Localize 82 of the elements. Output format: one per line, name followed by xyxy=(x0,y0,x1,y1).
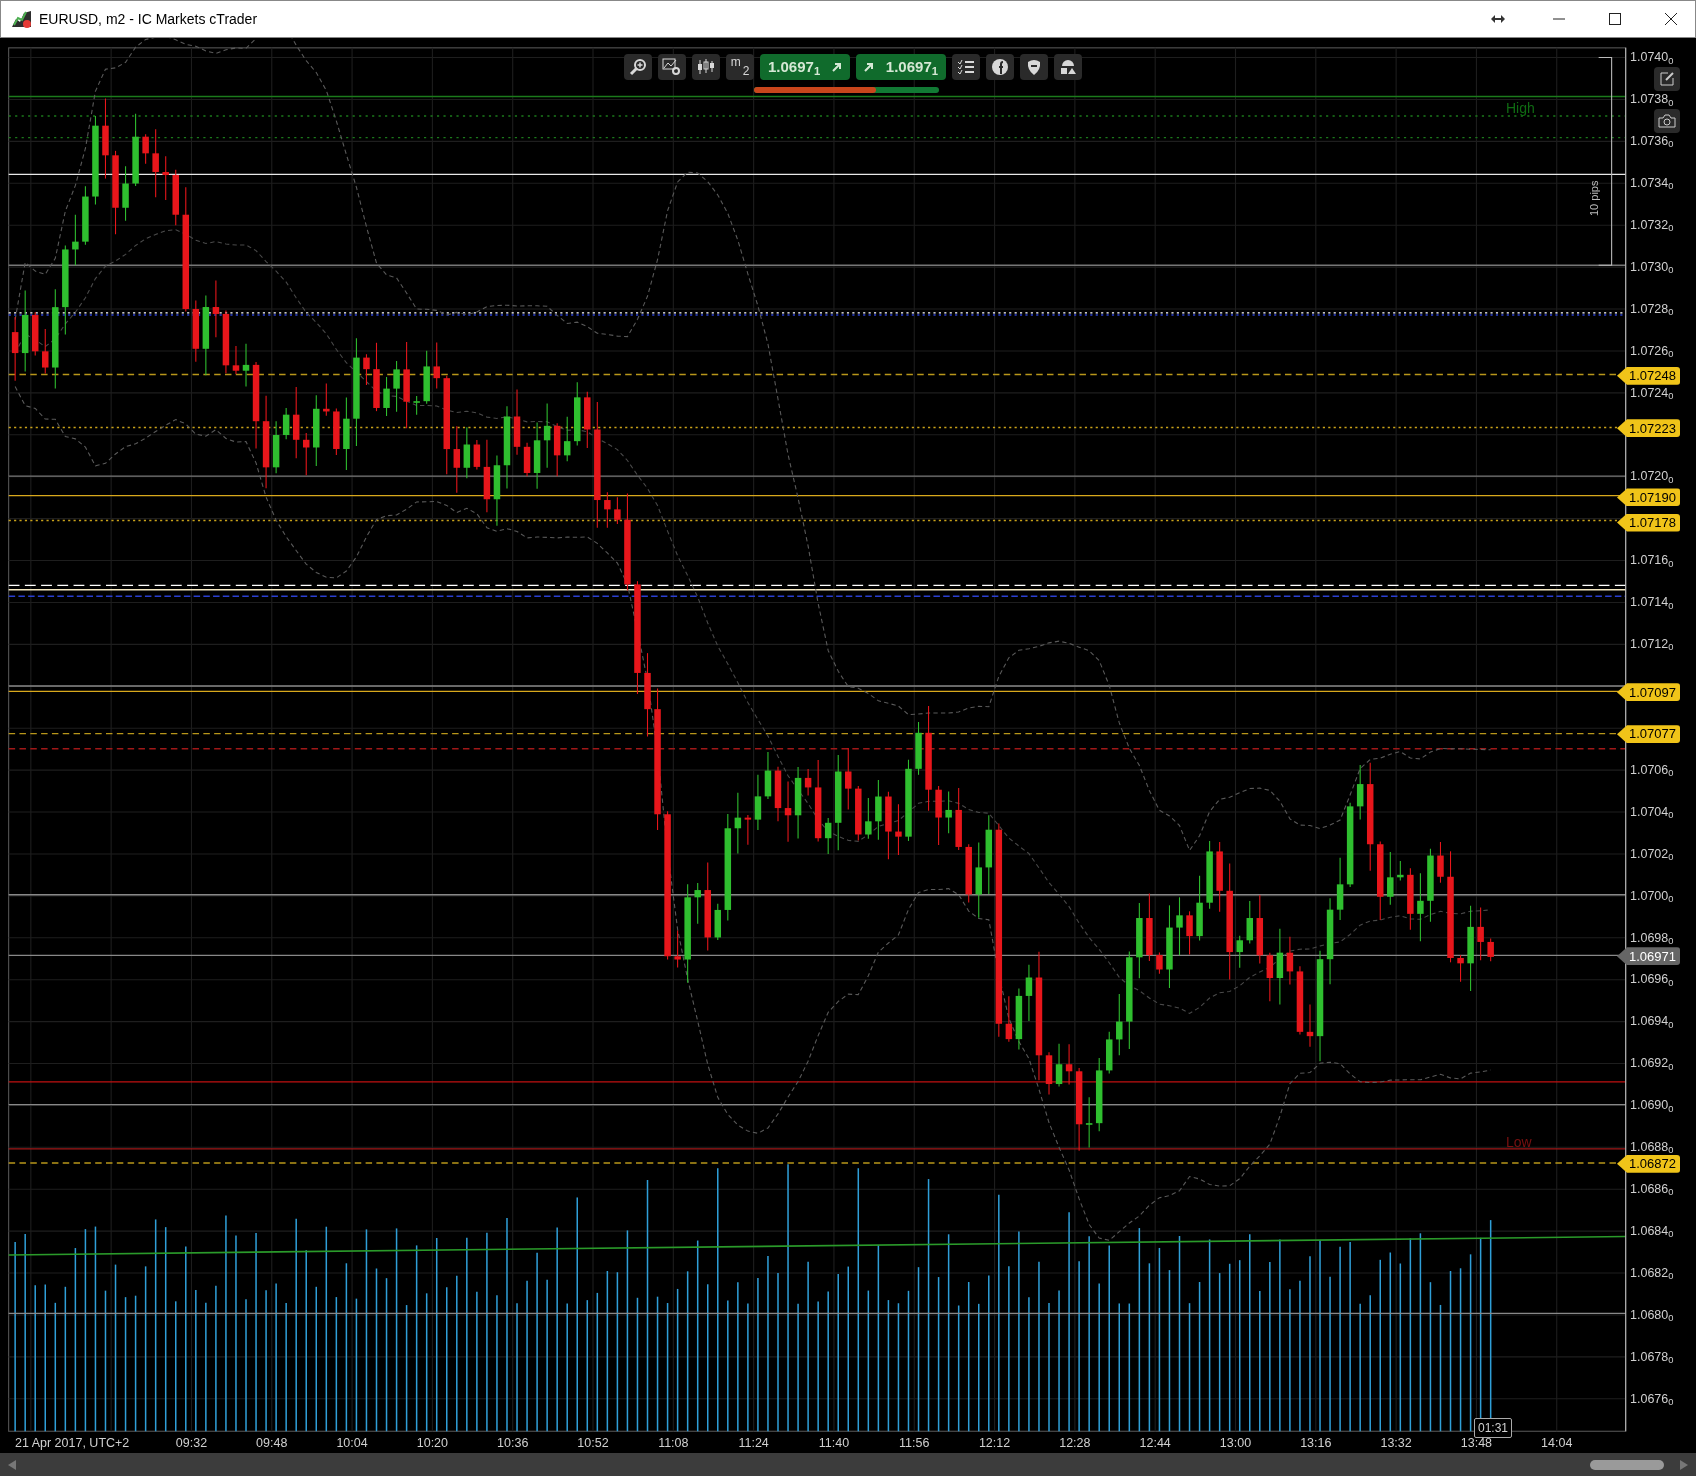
shield-icon[interactable] xyxy=(1020,54,1048,80)
time-axis-label: 12:44 xyxy=(1139,1435,1171,1452)
candlestick-icon[interactable] xyxy=(692,54,720,80)
time-axis-label: 13:16 xyxy=(1300,1435,1332,1452)
scrollbar-thumb[interactable] xyxy=(1590,1459,1664,1470)
high-label: High xyxy=(1506,99,1535,118)
price-axis-label: 1.0682$_{0}$ xyxy=(1630,1266,1674,1280)
price-axis-label: 1.0738$_{0}$ xyxy=(1630,93,1674,106)
time-axis-label: 10:04 xyxy=(336,1435,368,1452)
arrow-icon xyxy=(832,62,842,72)
time-axis-label: 09:48 xyxy=(256,1435,288,1452)
countdown-label: 01:31 xyxy=(1474,1418,1513,1438)
resize-arrows-icon[interactable] xyxy=(1491,14,1505,24)
price-axis-label: 1.0700$_{0}$ xyxy=(1630,889,1674,902)
low-label: Low xyxy=(1506,1133,1532,1152)
arrow-icon xyxy=(864,62,874,72)
time-axis-label: 11:40 xyxy=(818,1435,850,1452)
price-tag: 1.06872 xyxy=(1617,1154,1680,1173)
time-axis-label: 11:56 xyxy=(899,1435,930,1452)
price-axis-label: 1.0690$_{0}$ xyxy=(1630,1098,1674,1112)
chart-settings-icon[interactable] xyxy=(658,54,686,80)
price-axis-label: 1.0678$_{0}$ xyxy=(1630,1350,1674,1363)
scroll-left-icon[interactable] xyxy=(8,1459,16,1470)
edit-icon[interactable] xyxy=(1654,67,1680,91)
buy-price-button[interactable]: 1.0697$_{1}$ xyxy=(856,54,946,80)
price-axis-label: 1.0720$_{0}$ xyxy=(1630,470,1674,483)
price-axis-label: 1.0730$_{0}$ xyxy=(1630,260,1674,274)
scroll-right-icon[interactable] xyxy=(1680,1459,1688,1470)
price-tag: 1.06971 xyxy=(1617,947,1680,966)
zoom-in-icon[interactable] xyxy=(624,54,652,80)
price-tag: 1.07077 xyxy=(1617,725,1680,744)
price-tag: 1.07190 xyxy=(1617,488,1680,507)
price-axis-label: 1.0692$_{0}$ xyxy=(1630,1057,1674,1070)
price-axis-label: 1.0698$_{0}$ xyxy=(1630,931,1674,944)
price-axis-label: 1.0704$_{0}$ xyxy=(1630,805,1674,818)
time-axis-label: 09:32 xyxy=(175,1435,208,1452)
time-axis-label: 10:52 xyxy=(577,1435,609,1452)
time-axis-label: 14:04 xyxy=(1541,1435,1573,1452)
camera-icon[interactable] xyxy=(1654,109,1680,133)
time-axis-label: 12:12 xyxy=(978,1435,1011,1452)
price-axis-label: 1.0676$_{0}$ xyxy=(1630,1392,1674,1405)
date-label: 21 Apr 2017, UTC+2 xyxy=(15,1435,130,1452)
price-axis-label: 1.0706$_{0}$ xyxy=(1630,763,1674,777)
time-axis-label: 11:08 xyxy=(658,1435,689,1452)
facebook-icon[interactable] xyxy=(986,54,1014,80)
timeframe-button[interactable]: m 2 xyxy=(726,54,754,80)
time-axis-label: 10:36 xyxy=(497,1435,529,1452)
time-axis-label: 12:28 xyxy=(1059,1435,1091,1452)
price-tag: 1.07248 xyxy=(1617,366,1680,385)
price-axis-label: 1.0688$_{0}$ xyxy=(1630,1140,1674,1154)
pips-range-label: 10 pips xyxy=(1587,179,1601,216)
price-axis-label: 1.0724$_{0}$ xyxy=(1630,386,1674,399)
price-axis-label: 1.0684$_{0}$ xyxy=(1630,1224,1674,1238)
price-axis-label: 1.0716$_{0}$ xyxy=(1630,554,1674,567)
price-axis-label: 1.0714$_{0}$ xyxy=(1630,595,1674,609)
maximize-icon[interactable] xyxy=(1609,13,1621,25)
price-axis-label: 1.0726$_{0}$ xyxy=(1630,344,1674,357)
time-axis-label: 13:48 xyxy=(1460,1435,1493,1452)
price-axis-label: 1.0728$_{0}$ xyxy=(1630,302,1674,316)
time-axis-label: 13:00 xyxy=(1219,1435,1252,1452)
price-axis-label: 1.0680$_{0}$ xyxy=(1630,1308,1674,1321)
price-axis-label: 1.0734$_{0}$ xyxy=(1630,176,1674,190)
price-axis-label: 1.0696$_{0}$ xyxy=(1630,973,1674,986)
time-axis-label: 13:32 xyxy=(1380,1435,1412,1452)
price-axis-label: 1.0712$_{0}$ xyxy=(1630,637,1674,651)
price-tag: 1.07097 xyxy=(1617,683,1680,702)
price-axis-label: 1.0686$_{0}$ xyxy=(1630,1182,1674,1196)
time-axis-label: 11:24 xyxy=(738,1435,769,1452)
close-icon[interactable] xyxy=(1665,13,1677,25)
time-axis-label: 10:20 xyxy=(416,1435,448,1452)
price-axis-label: 1.0732$_{0}$ xyxy=(1630,218,1674,232)
sell-price-button[interactable]: 1.0697$_{1}$ xyxy=(760,54,850,80)
price-tag: 1.07223 xyxy=(1617,419,1680,438)
chart-logo-icon xyxy=(11,9,33,29)
price-axis-label: 1.0694$_{0}$ xyxy=(1630,1015,1674,1028)
shapes-icon[interactable] xyxy=(1054,54,1082,80)
price-tag: 1.07178 xyxy=(1617,513,1680,532)
price-axis-label: 1.0740$_{0}$ xyxy=(1630,51,1674,64)
price-axis-label: 1.0736$_{0}$ xyxy=(1630,134,1674,148)
window-title: EURUSD, m2 - IC Markets cTrader xyxy=(39,9,258,29)
checklist-icon[interactable] xyxy=(952,54,980,80)
price-axis-label: 1.0702$_{0}$ xyxy=(1630,847,1674,860)
